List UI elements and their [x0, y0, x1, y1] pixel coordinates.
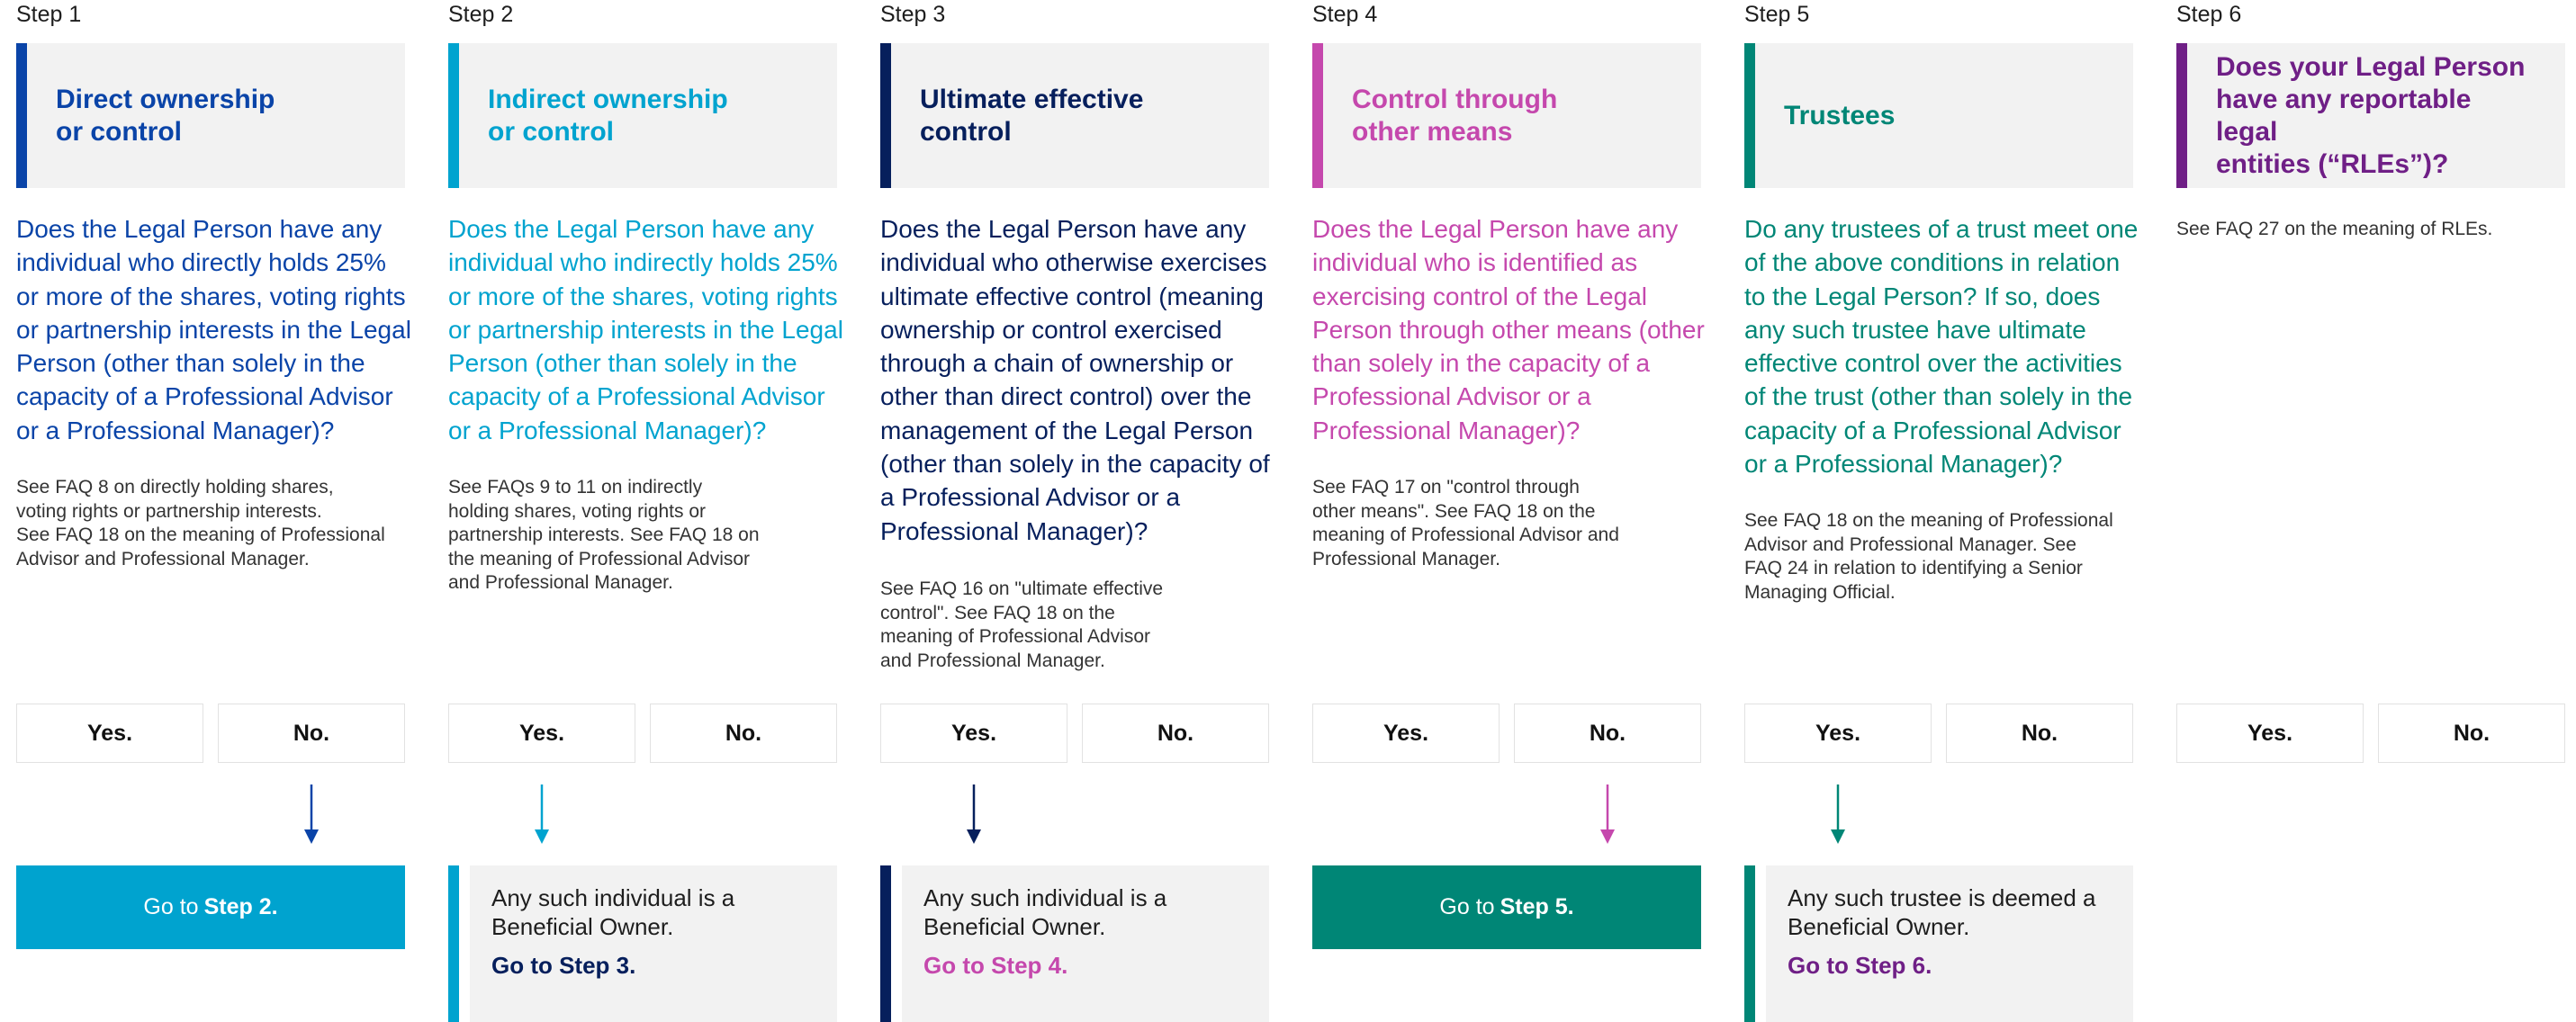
- step-1-title: Direct ownership or control: [56, 84, 275, 147]
- step-4-column: Step 4 Control through other means Does …: [1312, 0, 1705, 1022]
- step-5-result-text: Any such trustee is deemed a Beneficial …: [1788, 884, 2096, 940]
- step-4-no-arrow-icon: [1600, 784, 1615, 844]
- step-3-result-accent-bar: [880, 865, 891, 1022]
- step-4-label: Step 4: [1312, 2, 1378, 27]
- step-6-header-accent-bar: [2176, 43, 2187, 188]
- step-4-go-to-step-5-button[interactable]: Go to Step 5.: [1312, 865, 1701, 949]
- step-1-go-to-step-2-button[interactable]: Go to Step 2.: [16, 865, 405, 949]
- step-4-yes-button[interactable]: Yes.: [1312, 704, 1500, 763]
- step-4-header-accent-bar: [1312, 43, 1323, 188]
- step-6-yes-button[interactable]: Yes.: [2176, 704, 2364, 763]
- step-4-goto-target: Step 5.: [1500, 894, 1574, 919]
- step-1-column: Step 1 Direct ownership or control Does …: [16, 0, 411, 1022]
- step-3-go-to-step-4-link[interactable]: Go to Step 4.: [923, 952, 1067, 980]
- step-1-question: Does the Legal Person have any individua…: [16, 215, 411, 444]
- step-4-faq-note: See FAQ 17 on "control through other mea…: [1312, 477, 1619, 569]
- step-3-faq-note: See FAQ 16 on "ultimate effective contro…: [880, 578, 1164, 671]
- step-5-yes-button[interactable]: Yes.: [1744, 704, 1932, 763]
- step-2-label: Step 2: [448, 2, 514, 27]
- step-3-no-button[interactable]: No.: [1082, 704, 1269, 763]
- step-1-yes-button[interactable]: Yes.: [16, 704, 203, 763]
- step-1-faq-note: See FAQ 8 on directly holding shares, vo…: [16, 477, 385, 569]
- step-3-label: Step 3: [880, 2, 946, 27]
- step-1-goto-target: Step 2.: [203, 894, 278, 919]
- step-5-go-to-step-6-link[interactable]: Go to Step 6.: [1788, 952, 1932, 980]
- step-3-result-text: Any such individual is a Beneficial Owne…: [923, 884, 1167, 940]
- step-2-yes-button[interactable]: Yes.: [448, 704, 635, 763]
- step-2-go-to-step-3-link[interactable]: Go to Step 3.: [491, 952, 635, 980]
- step-1-label: Step 1: [16, 2, 82, 27]
- step-3-title: Ultimate effective control: [920, 84, 1144, 147]
- step-5-no-button[interactable]: No.: [1946, 704, 2133, 763]
- step-4-no-button[interactable]: No.: [1514, 704, 1701, 763]
- step-6-title: Does your Legal Person have any reportab…: [2216, 51, 2526, 179]
- step-2-no-button[interactable]: No.: [650, 704, 837, 763]
- step-5-title: Trustees: [1784, 100, 1896, 130]
- step-5-label: Step 5: [1744, 2, 1810, 27]
- step-2-column: Step 2 Indirect ownership or control Doe…: [448, 0, 843, 1022]
- step-5-header-accent-bar: [1744, 43, 1755, 188]
- step-3-yes-button[interactable]: Yes.: [880, 704, 1067, 763]
- step-4-title: Control through other means: [1352, 84, 1558, 147]
- step-4-goto-prefix: Go to: [1439, 894, 1495, 919]
- step-5-question: Do any trustees of a trust meet one of t…: [1744, 215, 2139, 479]
- step-1-no-button[interactable]: No.: [218, 704, 405, 763]
- step-2-faq-note: See FAQs 9 to 11 on indirectly holding s…: [448, 477, 760, 593]
- step-3-yes-arrow-icon: [967, 784, 981, 844]
- step-2-yes-arrow-icon: [535, 784, 549, 844]
- step-6-faq-note: See FAQ 27 on the meaning of RLEs.: [2176, 219, 2493, 239]
- step-6-no-button[interactable]: No.: [2378, 704, 2565, 763]
- step-1-no-arrow-icon: [304, 784, 319, 844]
- step-6-column: Step 6 Does your Legal Person have any r…: [2176, 0, 2565, 1022]
- step-5-faq-note: See FAQ 18 on the meaning of Professiona…: [1744, 510, 2113, 603]
- step-2-result-accent-bar: [448, 865, 459, 1022]
- step-2-question: Does the Legal Person have any individua…: [448, 215, 843, 444]
- step-1-goto-prefix: Go to: [143, 894, 199, 919]
- step-3-question: Does the Legal Person have any individua…: [880, 215, 1270, 545]
- step-6-label: Step 6: [2176, 2, 2242, 27]
- step-5-result-accent-bar: [1744, 865, 1755, 1022]
- step-3-header-accent-bar: [880, 43, 891, 188]
- step-2-title: Indirect ownership or control: [488, 84, 728, 147]
- step-2-result-text: Any such individual is a Beneficial Owne…: [491, 884, 735, 940]
- step-1-header-accent-bar: [16, 43, 27, 188]
- step-4-question: Does the Legal Person have any individua…: [1312, 215, 1705, 444]
- step-3-column: Step 3 Ultimate effective control Does t…: [880, 0, 1270, 1022]
- step-5-yes-arrow-icon: [1831, 784, 1845, 844]
- step-5-column: Step 5 Trustees Do any trustees of a tru…: [1744, 0, 2138, 1022]
- step-2-header-accent-bar: [448, 43, 459, 188]
